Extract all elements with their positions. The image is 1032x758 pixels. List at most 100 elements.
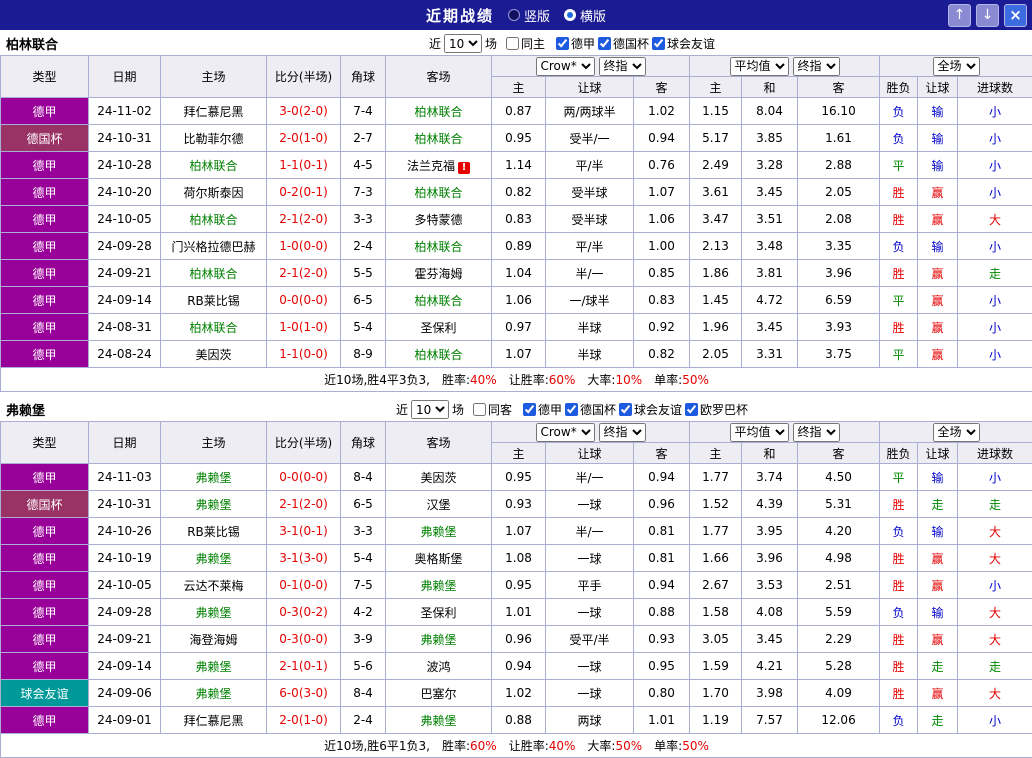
away-team-link[interactable]: 汉堡	[386, 491, 492, 518]
league-checkbox[interactable]	[523, 403, 536, 416]
match-count-select[interactable]: 10	[411, 400, 449, 419]
odds-type-select[interactable]: 终指	[599, 57, 646, 76]
avg-source-select[interactable]: 平均值	[730, 423, 789, 442]
home-team-link[interactable]: 拜仁慕尼黑	[161, 707, 267, 734]
filter-prefix-label: 近	[396, 401, 408, 418]
home-team-link[interactable]: 弗赖堡	[161, 464, 267, 491]
match-count-select[interactable]: 10	[444, 34, 482, 53]
odds-company-select[interactable]: Crow*	[536, 57, 595, 76]
home-team-link[interactable]: 弗赖堡	[161, 599, 267, 626]
league-filter[interactable]: 德国杯	[598, 35, 649, 52]
league-filter[interactable]: 德甲	[523, 401, 562, 418]
column-header: 类型	[1, 56, 89, 98]
same-venue-checkbox[interactable]	[506, 37, 519, 50]
home-team-link[interactable]: 海登海姆	[161, 626, 267, 653]
odds-company-select[interactable]: Crow*	[536, 423, 595, 442]
league-checkbox[interactable]	[565, 403, 578, 416]
league-checkbox[interactable]	[619, 403, 632, 416]
league-checkbox[interactable]	[685, 403, 698, 416]
match-row: 德甲24-11-02拜仁慕尼黑3-0(2-0)7-4柏林联合0.87两/两球半1…	[1, 98, 1032, 125]
away-team-link[interactable]: 波鸿	[386, 653, 492, 680]
close-button[interactable]: ×	[1004, 4, 1027, 27]
league-filter[interactable]: 球会友谊	[619, 401, 682, 418]
avg-type-select[interactable]: 终指	[793, 423, 840, 442]
away-team-link[interactable]: 巴塞尔	[386, 680, 492, 707]
average-odds: 4.20	[798, 518, 880, 545]
match-score: 2-1(2-0)	[267, 491, 341, 518]
summary-stat: 让胜率:60%	[509, 373, 576, 387]
away-team-link[interactable]: 柏林联合	[386, 287, 492, 314]
match-type-badge: 德甲	[1, 518, 89, 545]
away-team-link[interactable]: 美因茨	[386, 464, 492, 491]
home-team-link[interactable]: 柏林联合	[161, 314, 267, 341]
league-filter[interactable]: 球会友谊	[652, 35, 715, 52]
home-team-link[interactable]: 美因茨	[161, 341, 267, 368]
league-checkbox[interactable]	[652, 37, 665, 50]
column-header: 客	[634, 77, 690, 98]
home-team-link[interactable]: 比勒菲尔德	[161, 125, 267, 152]
league-checkbox[interactable]	[556, 37, 569, 50]
away-team-link[interactable]: 法兰克福!	[386, 152, 492, 179]
handicap-odds: 0.81	[634, 518, 690, 545]
league-filter[interactable]: 德国杯	[565, 401, 616, 418]
away-team-link[interactable]: 柏林联合	[386, 233, 492, 260]
home-team-link[interactable]: 荷尔斯泰因	[161, 179, 267, 206]
league-filter[interactable]: 德甲	[556, 35, 595, 52]
move-up-button[interactable]: ↑	[948, 4, 971, 27]
handicap-odds: 1.06	[634, 206, 690, 233]
handicap-odds: 0.93	[492, 491, 546, 518]
handicap-odds: 0.82	[634, 341, 690, 368]
match-date: 24-09-21	[89, 626, 161, 653]
match-type-badge: 德国杯	[1, 125, 89, 152]
away-team-link[interactable]: 弗赖堡	[386, 626, 492, 653]
same-venue-filter[interactable]: 同客	[473, 401, 512, 418]
league-filter[interactable]: 欧罗巴杯	[685, 401, 748, 418]
odds-type-select[interactable]: 终指	[599, 423, 646, 442]
away-team-link[interactable]: 奥格斯堡	[386, 545, 492, 572]
away-team-link[interactable]: 柏林联合	[386, 125, 492, 152]
average-odds: 3.75	[798, 341, 880, 368]
avg-source-select[interactable]: 平均值	[730, 57, 789, 76]
move-down-button[interactable]: ↓	[976, 4, 999, 27]
home-team-link[interactable]: 拜仁慕尼黑	[161, 98, 267, 125]
away-team-link[interactable]: 柏林联合	[386, 98, 492, 125]
home-team-link[interactable]: 弗赖堡	[161, 545, 267, 572]
match-date: 24-10-05	[89, 206, 161, 233]
home-team-link[interactable]: 门兴格拉德巴赫	[161, 233, 267, 260]
match-scope-select[interactable]: 全场	[933, 423, 980, 442]
away-team-link[interactable]: 柏林联合	[386, 341, 492, 368]
filter-suffix-label: 场	[452, 401, 464, 418]
match-type-badge: 德甲	[1, 314, 89, 341]
match-scope-select[interactable]: 全场	[933, 57, 980, 76]
league-checkbox[interactable]	[598, 37, 611, 50]
home-team-link[interactable]: RB莱比锡	[161, 287, 267, 314]
home-team-link[interactable]: 柏林联合	[161, 152, 267, 179]
same-venue-filter[interactable]: 同主	[506, 35, 545, 52]
home-team-link[interactable]: RB莱比锡	[161, 518, 267, 545]
home-team-link[interactable]: 柏林联合	[161, 206, 267, 233]
away-team-link[interactable]: 圣保利	[386, 599, 492, 626]
away-team-link[interactable]: 弗赖堡	[386, 707, 492, 734]
handicap-outcome: 赢	[918, 260, 958, 287]
home-team-link[interactable]: 弗赖堡	[161, 491, 267, 518]
away-team-link[interactable]: 多特蒙德	[386, 206, 492, 233]
away-team-link[interactable]: 霍芬海姆	[386, 260, 492, 287]
home-team-link[interactable]: 弗赖堡	[161, 680, 267, 707]
corner-count: 7-5	[341, 572, 386, 599]
same-venue-checkbox[interactable]	[473, 403, 486, 416]
goals-outcome: 小	[958, 179, 1032, 206]
away-team-link[interactable]: 弗赖堡	[386, 572, 492, 599]
home-team-link[interactable]: 柏林联合	[161, 260, 267, 287]
average-odds: 2.49	[690, 152, 742, 179]
column-header: 让球	[918, 77, 958, 98]
home-team-link[interactable]: 弗赖堡	[161, 653, 267, 680]
away-team-link[interactable]: 柏林联合	[386, 179, 492, 206]
layout-radio-horizontal[interactable]: 横版	[564, 6, 606, 25]
home-team-link[interactable]: 云达不莱梅	[161, 572, 267, 599]
average-odds: 2.51	[798, 572, 880, 599]
away-team-link[interactable]: 圣保利	[386, 314, 492, 341]
away-team-link[interactable]: 弗赖堡	[386, 518, 492, 545]
avg-type-select[interactable]: 终指	[793, 57, 840, 76]
layout-radio-vertical[interactable]: 竖版	[508, 6, 550, 25]
handicap-outcome: 赢	[918, 206, 958, 233]
